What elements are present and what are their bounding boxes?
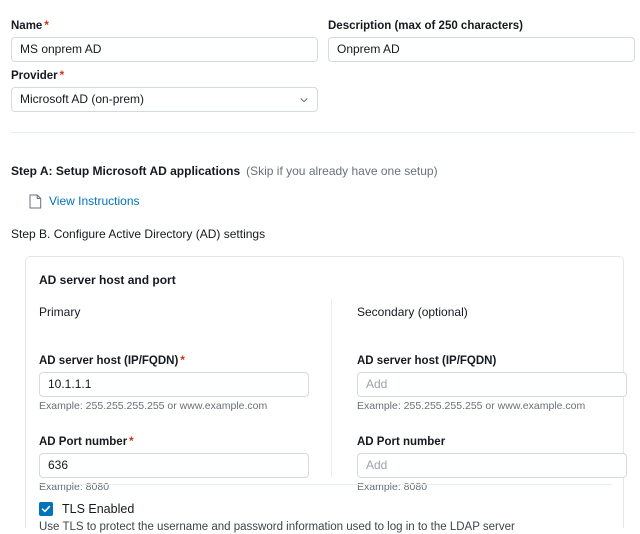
step-a-heading: Step A: Setup Microsoft AD applications (… bbox=[11, 163, 438, 179]
section-divider bbox=[11, 132, 635, 133]
primary-port-input[interactable]: 636 bbox=[39, 453, 309, 478]
step-a-skip-note: (Skip if you already have one setup) bbox=[246, 164, 437, 178]
name-label: Name* bbox=[11, 19, 318, 33]
secondary-host-placeholder: Add bbox=[366, 373, 387, 396]
provider-field-group: Provider* Microsoft AD (on-prem) bbox=[11, 69, 318, 112]
ad-settings-form-page: Name* MS onprem AD Description (max of 2… bbox=[0, 0, 640, 528]
description-label-text: Description (max of 250 characters) bbox=[328, 20, 523, 32]
primary-host-label: AD server host (IP/FQDN)* bbox=[39, 354, 309, 368]
step-b-heading: Step B. Configure Active Directory (AD) … bbox=[11, 226, 265, 242]
primary-port-label-text: AD Port number bbox=[39, 436, 127, 448]
secondary-host-hint: Example: 255.255.255.255 or www.example.… bbox=[357, 400, 627, 413]
primary-port-input-value: 636 bbox=[48, 454, 68, 477]
description-label: Description (max of 250 characters) bbox=[328, 19, 635, 33]
tls-enabled-label: TLS Enabled bbox=[62, 501, 134, 517]
provider-select[interactable]: Microsoft AD (on-prem) bbox=[11, 87, 318, 112]
description-input[interactable]: Onprem AD bbox=[328, 37, 635, 62]
secondary-host-label: AD server host (IP/FQDN) bbox=[357, 354, 627, 368]
primary-host-input-value: 10.1.1.1 bbox=[48, 373, 91, 396]
column-divider bbox=[331, 299, 332, 477]
secondary-host-label-text: AD server host (IP/FQDN) bbox=[357, 355, 496, 367]
provider-label: Provider* bbox=[11, 69, 318, 83]
secondary-host-input[interactable]: Add bbox=[357, 372, 627, 397]
name-required-asterisk: * bbox=[44, 20, 48, 32]
primary-host-label-text: AD server host (IP/FQDN) bbox=[39, 355, 178, 367]
primary-host-field-group: AD server host (IP/FQDN)* 10.1.1.1 Examp… bbox=[39, 354, 309, 413]
primary-port-hint: Example: 8080 bbox=[39, 481, 309, 494]
name-input-value: MS onprem AD bbox=[20, 38, 101, 61]
ad-server-host-port-card: AD server host and port Primary AD serve… bbox=[25, 256, 624, 528]
primary-host-required-asterisk: * bbox=[180, 355, 184, 367]
chevron-down-icon bbox=[299, 95, 309, 105]
tls-enabled-description: Use TLS to protect the username and pass… bbox=[39, 520, 515, 534]
secondary-column-header: Secondary (optional) bbox=[357, 304, 627, 320]
tls-enabled-checkbox[interactable] bbox=[39, 502, 53, 516]
name-input[interactable]: MS onprem AD bbox=[11, 37, 318, 62]
secondary-port-input[interactable]: Add bbox=[357, 453, 627, 478]
description-input-value: Onprem AD bbox=[337, 38, 400, 61]
view-instructions-label: View Instructions bbox=[49, 194, 140, 209]
card-title: AD server host and port bbox=[39, 272, 176, 288]
secondary-host-field-group: AD server host (IP/FQDN) Add Example: 25… bbox=[357, 354, 627, 413]
tls-enabled-row[interactable]: TLS Enabled bbox=[39, 501, 134, 517]
primary-port-field-group: AD Port number* 636 Example: 8080 bbox=[39, 435, 309, 494]
secondary-port-placeholder: Add bbox=[366, 454, 387, 477]
card-inner-divider bbox=[39, 484, 612, 485]
provider-required-asterisk: * bbox=[60, 70, 64, 82]
primary-port-required-asterisk: * bbox=[129, 436, 133, 448]
primary-column: Primary AD server host (IP/FQDN)* 10.1.1… bbox=[39, 304, 309, 494]
view-instructions-link[interactable]: View Instructions bbox=[29, 194, 140, 209]
document-icon bbox=[29, 194, 42, 209]
step-a-title: Step A: Setup Microsoft AD applications bbox=[11, 164, 240, 178]
secondary-port-hint: Example: 8080 bbox=[357, 481, 627, 494]
secondary-port-field-group: AD Port number Add Example: 8080 bbox=[357, 435, 627, 494]
description-field-group: Description (max of 250 characters) Onpr… bbox=[328, 19, 635, 62]
secondary-column: Secondary (optional) AD server host (IP/… bbox=[357, 304, 627, 494]
check-icon bbox=[41, 504, 51, 514]
primary-host-hint: Example: 255.255.255.255 or www.example.… bbox=[39, 400, 309, 413]
primary-column-header: Primary bbox=[39, 304, 309, 320]
secondary-port-label: AD Port number bbox=[357, 435, 627, 449]
primary-host-input[interactable]: 10.1.1.1 bbox=[39, 372, 309, 397]
name-field-group: Name* MS onprem AD bbox=[11, 19, 318, 62]
secondary-port-label-text: AD Port number bbox=[357, 436, 445, 448]
provider-label-text: Provider bbox=[11, 70, 58, 82]
name-label-text: Name bbox=[11, 20, 42, 32]
provider-selected-value: Microsoft AD (on-prem) bbox=[20, 88, 144, 111]
primary-port-label: AD Port number* bbox=[39, 435, 309, 449]
